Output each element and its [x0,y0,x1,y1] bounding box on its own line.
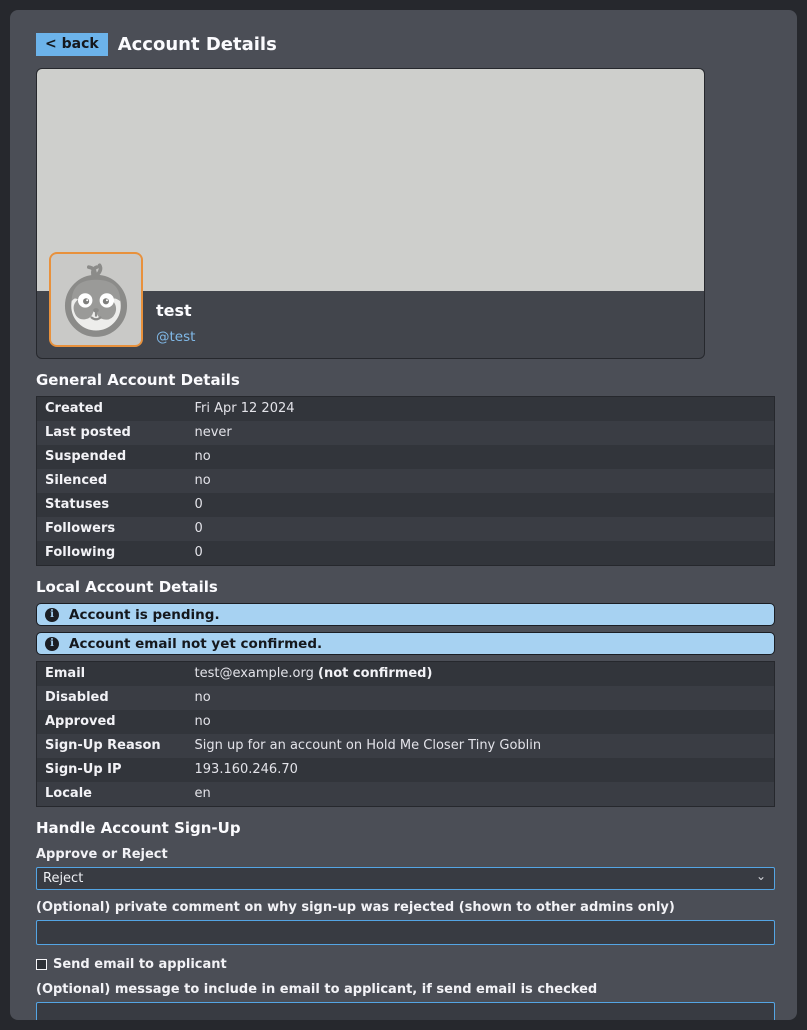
row-value: en [187,782,775,807]
notice-text: Account is pending. [69,607,220,623]
row-value: never [187,421,775,445]
titlebar: < back Account Details [36,33,771,56]
row-value: 0 [187,493,775,517]
row-label: Disabled [37,686,187,710]
row-label: Last posted [37,421,187,445]
row-label: Created [37,397,187,422]
local-account-table: Email test@example.org (not confirmed) D… [36,661,775,807]
private-comment-input[interactable] [36,920,775,945]
row-value: 0 [187,517,775,541]
row-label: Sign-Up IP [37,758,187,782]
signup-section-heading: Handle Account Sign-Up [36,819,771,837]
table-row: Silenced no [37,469,775,493]
row-value: no [187,469,775,493]
account-details-panel: < back Account Details [10,10,797,1020]
row-value: no [187,686,775,710]
row-label: Followers [37,517,187,541]
email-message-input[interactable] [36,1002,775,1020]
approve-select-wrap: Reject ⌄ [36,867,775,890]
table-row: Suspended no [37,445,775,469]
row-value: 0 [187,541,775,566]
notice-email-unconfirmed: i Account email not yet confirmed. [36,632,775,655]
table-row: Disabled no [37,686,775,710]
table-row: Email test@example.org (not confirmed) [37,662,775,687]
private-comment-label: (Optional) private comment on why sign-u… [36,900,771,915]
row-value: no [187,445,775,469]
row-label: Sign-Up Reason [37,734,187,758]
profile-card: test @test [36,68,705,359]
info-icon: i [45,608,59,622]
table-row: Created Fri Apr 12 2024 [37,397,775,422]
table-row: Following 0 [37,541,775,566]
row-value: 193.160.246.70 [187,758,775,782]
info-icon: i [45,637,59,651]
row-label: Approved [37,710,187,734]
row-label: Email [37,662,187,687]
row-label: Statuses [37,493,187,517]
display-name: test [156,301,704,320]
general-section-heading: General Account Details [36,371,771,389]
row-label: Suspended [37,445,187,469]
email-message-label: (Optional) message to include in email t… [36,982,771,997]
sloth-avatar-icon [51,254,141,345]
row-label: Following [37,541,187,566]
table-row: Locale en [37,782,775,807]
table-row: Sign-Up IP 193.160.246.70 [37,758,775,782]
not-confirmed-flag: (not confirmed) [318,666,432,681]
approve-or-reject-select[interactable]: Reject [36,867,775,890]
page-title: Account Details [118,34,277,55]
account-handle[interactable]: @test [156,329,704,345]
local-section-heading: Local Account Details [36,578,771,596]
table-row: Approved no [37,710,775,734]
approve-or-reject-label: Approve or Reject [36,847,771,862]
row-label: Silenced [37,469,187,493]
table-row: Last posted never [37,421,775,445]
table-row: Statuses 0 [37,493,775,517]
send-email-checkbox[interactable] [36,959,47,970]
send-email-label: Send email to applicant [53,957,227,972]
back-button[interactable]: < back [36,33,108,56]
row-label: Locale [37,782,187,807]
row-value: no [187,710,775,734]
notice-text: Account email not yet confirmed. [69,636,322,652]
send-email-row: Send email to applicant [36,957,771,972]
row-value: test@example.org (not confirmed) [187,662,775,687]
notice-account-pending: i Account is pending. [36,603,775,626]
row-value: Fri Apr 12 2024 [187,397,775,422]
row-value: Sign up for an account on Hold Me Closer… [187,734,775,758]
table-row: Sign-Up Reason Sign up for an account on… [37,734,775,758]
avatar[interactable] [49,252,143,347]
general-account-table: Created Fri Apr 12 2024 Last posted neve… [36,396,775,566]
table-row: Followers 0 [37,517,775,541]
